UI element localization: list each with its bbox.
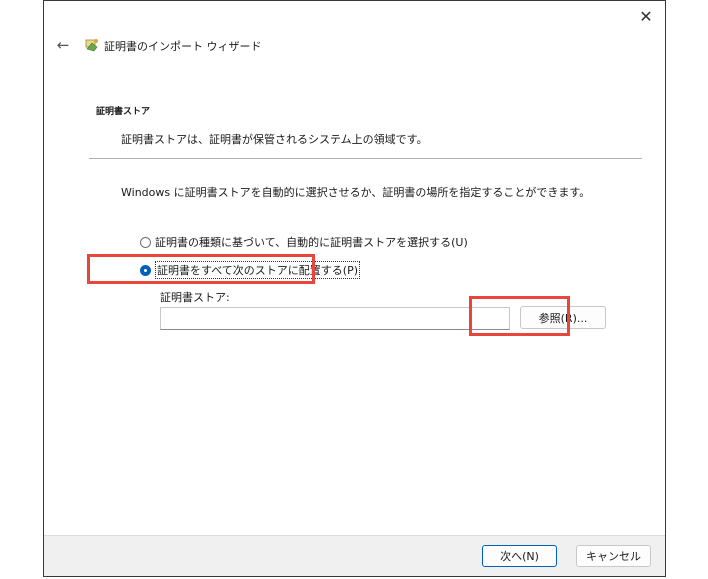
radio-auto-select-store[interactable]: 証明書の種類に基づいて、自動的に証明書ストアを選択する(U): [140, 234, 468, 250]
browse-button[interactable]: 参照(R)...: [520, 306, 606, 329]
wizard-header: ← 証明書のインポート ウィザード: [44, 33, 665, 59]
back-button[interactable]: ←: [54, 35, 72, 55]
section-heading: 証明書ストア: [96, 107, 151, 117]
radio-button-checked[interactable]: [140, 264, 151, 276]
wizard-title: 証明書のインポート ウィザード: [104, 40, 262, 53]
cancel-button[interactable]: キャンセル: [576, 545, 651, 567]
radio-place-in-store-label: 証明書をすべて次のストアに配置する(P): [155, 261, 361, 279]
store-field-label: 証明書ストア:: [160, 291, 230, 304]
header-divider: [89, 158, 642, 159]
close-button[interactable]: ✕: [633, 5, 659, 27]
intro-text: Windows に証明書ストアを自動的に選択させるか、証明書の場所を指定すること…: [121, 186, 591, 199]
wizard-footer: 次へ(N) キャンセル: [44, 535, 665, 576]
certificate-import-wizard-window: ✕ ← 証明書のインポート ウィザード 証明書ストア 証明書ストアは、証明書が保…: [43, 0, 666, 577]
radio-place-in-store[interactable]: 証明書をすべて次のストアに配置する(P): [140, 261, 361, 279]
back-arrow-icon: ←: [56, 36, 70, 54]
next-button[interactable]: 次へ(N): [482, 545, 557, 567]
close-icon: ✕: [639, 6, 653, 26]
section-description: 証明書ストアは、証明書が保管されるシステム上の領域です。: [121, 133, 428, 146]
radio-button-unchecked[interactable]: [140, 236, 151, 248]
certificate-store-input[interactable]: [160, 307, 510, 330]
certificate-icon: [85, 39, 98, 52]
radio-auto-select-label: 証明書の種類に基づいて、自動的に証明書ストアを選択する(U): [155, 236, 468, 249]
